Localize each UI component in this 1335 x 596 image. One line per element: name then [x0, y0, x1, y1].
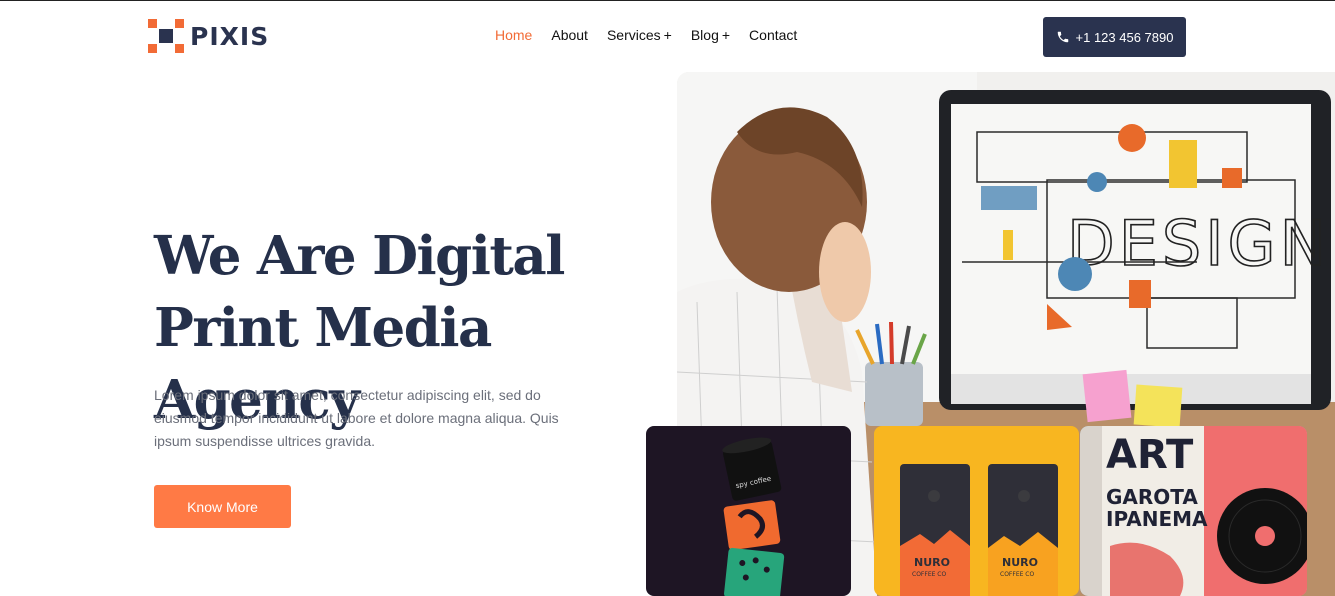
- know-more-button[interactable]: Know More: [154, 485, 291, 528]
- poster-art-text: ART: [1106, 432, 1194, 478]
- nav-item-services-label: Services: [606, 27, 661, 43]
- poster-garota-text: GAROTA: [1106, 485, 1198, 509]
- coffee-cups-illustration: spy coffee: [722, 437, 785, 596]
- coffee-bags-tile: NURO COFFEE CO NURO COFFEE CO: [874, 426, 1079, 596]
- nav-item-services[interactable]: Services +: [607, 27, 672, 43]
- art-poster-tile: ART GAROTA IPANEMA: [1080, 426, 1307, 596]
- brand-name: PIXIS: [190, 21, 270, 51]
- nav-item-blog-label: Blog: [690, 27, 719, 43]
- art-poster-illustration: ART GAROTA IPANEMA: [1080, 426, 1307, 596]
- coffee-bags-illustration: NURO COFFEE CO NURO COFFEE CO: [900, 464, 1058, 596]
- nav-item-contact[interactable]: Contact: [749, 27, 797, 43]
- phone-icon: [1057, 31, 1068, 43]
- nav-item-about[interactable]: About: [551, 27, 588, 43]
- main-nav: Home About Services + Blog + Contact: [495, 27, 797, 43]
- hero-description: Lorem ipsum dolor sit amet, consectetur …: [154, 387, 559, 449]
- phone-number: +1 123 456 7890: [1075, 29, 1174, 45]
- phone-button[interactable]: +1 123 456 7890: [1043, 17, 1186, 57]
- product-showcase: spy coffee NURO COFFEE CO NURO COFFEE CO: [646, 426, 1307, 596]
- hero-title-line-1: We Are Digital: [154, 225, 565, 287]
- plus-icon: +: [663, 27, 672, 43]
- bag-brand-text-2: NURO: [1002, 556, 1038, 569]
- nav-item-home[interactable]: Home: [495, 27, 532, 43]
- coffee-cups-tile: spy coffee: [646, 426, 851, 596]
- bag-sub-text-1: COFFEE CO: [912, 571, 946, 578]
- nav-item-blog[interactable]: Blog +: [691, 27, 730, 43]
- top-border: [0, 0, 1335, 1]
- bag-sub-text-2: COFFEE CO: [1000, 571, 1034, 578]
- monitor-design-text: DESIGN: [1067, 207, 1330, 280]
- plus-icon: +: [721, 27, 731, 43]
- bag-brand-text-1: NURO: [914, 556, 950, 569]
- logo-mark-icon: [148, 19, 184, 53]
- brand-logo[interactable]: PIXIS: [148, 19, 269, 53]
- poster-ipanema-text: IPANEMA: [1106, 507, 1208, 531]
